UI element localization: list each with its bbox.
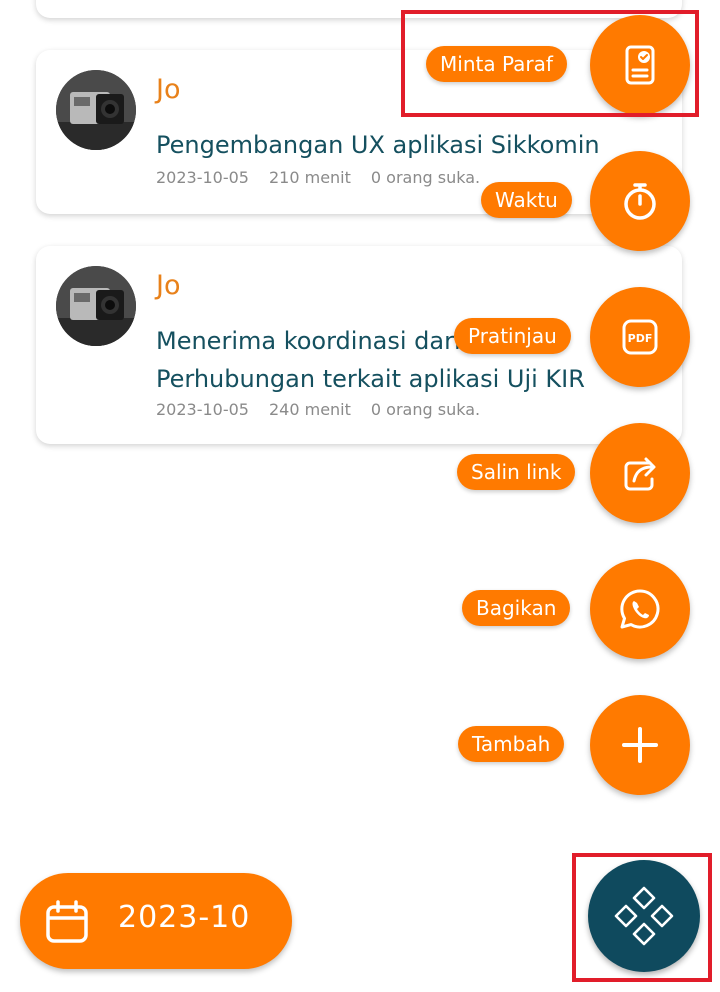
month-filter-label: 2023-10	[118, 900, 251, 935]
tambah-label[interactable]: Tambah	[458, 726, 565, 762]
post-likes: 0 orang suka.	[370, 168, 481, 187]
bagikan-label[interactable]: Bagikan	[462, 590, 571, 626]
post-author: Jo	[156, 74, 181, 105]
pdf-icon: PDF	[622, 319, 658, 355]
pratinjau-button[interactable]: PDF	[590, 287, 690, 387]
post-title-line: Perhubungan terkait aplikasi Uji KIR	[156, 365, 585, 393]
avatar	[56, 70, 136, 150]
post-author: Jo	[156, 270, 181, 301]
highlight-box-minta-paraf	[401, 10, 699, 117]
highlight-box-main-fab	[572, 853, 712, 982]
post-card[interactable]: Jo Menerima koordinasi dari Dinas Perhub…	[36, 246, 682, 444]
post-meta: 2023-10-05 240 menit 0 orang suka.	[156, 400, 480, 419]
share-icon	[624, 457, 656, 491]
bagikan-button[interactable]	[590, 559, 690, 659]
month-filter-button[interactable]: 2023-10	[20, 873, 292, 969]
whatsapp-icon	[620, 589, 660, 629]
post-meta: 2023-10-05 210 menit 0 orang suka.	[156, 168, 480, 187]
salin-link-button[interactable]	[590, 423, 690, 523]
tambah-button[interactable]	[590, 695, 690, 795]
calendar-icon	[46, 900, 88, 943]
plus-icon	[622, 727, 658, 763]
post-date: 2023-10-05	[156, 400, 249, 419]
stopwatch-icon	[624, 183, 656, 220]
waktu-button[interactable]	[590, 151, 690, 251]
post-likes: 0 orang suka.	[370, 400, 481, 419]
post-duration: 210 menit	[268, 168, 351, 187]
post-title: Pengembangan UX aplikasi Sikkomin	[156, 131, 600, 159]
pratinjau-label[interactable]: Pratinjau	[454, 318, 571, 354]
waktu-label[interactable]: Waktu	[481, 182, 572, 218]
salin-link-label[interactable]: Salin link	[457, 454, 576, 490]
avatar	[56, 266, 136, 346]
svg-text:PDF: PDF	[628, 332, 653, 345]
post-date: 2023-10-05	[156, 168, 249, 187]
post-duration: 240 menit	[268, 400, 351, 419]
